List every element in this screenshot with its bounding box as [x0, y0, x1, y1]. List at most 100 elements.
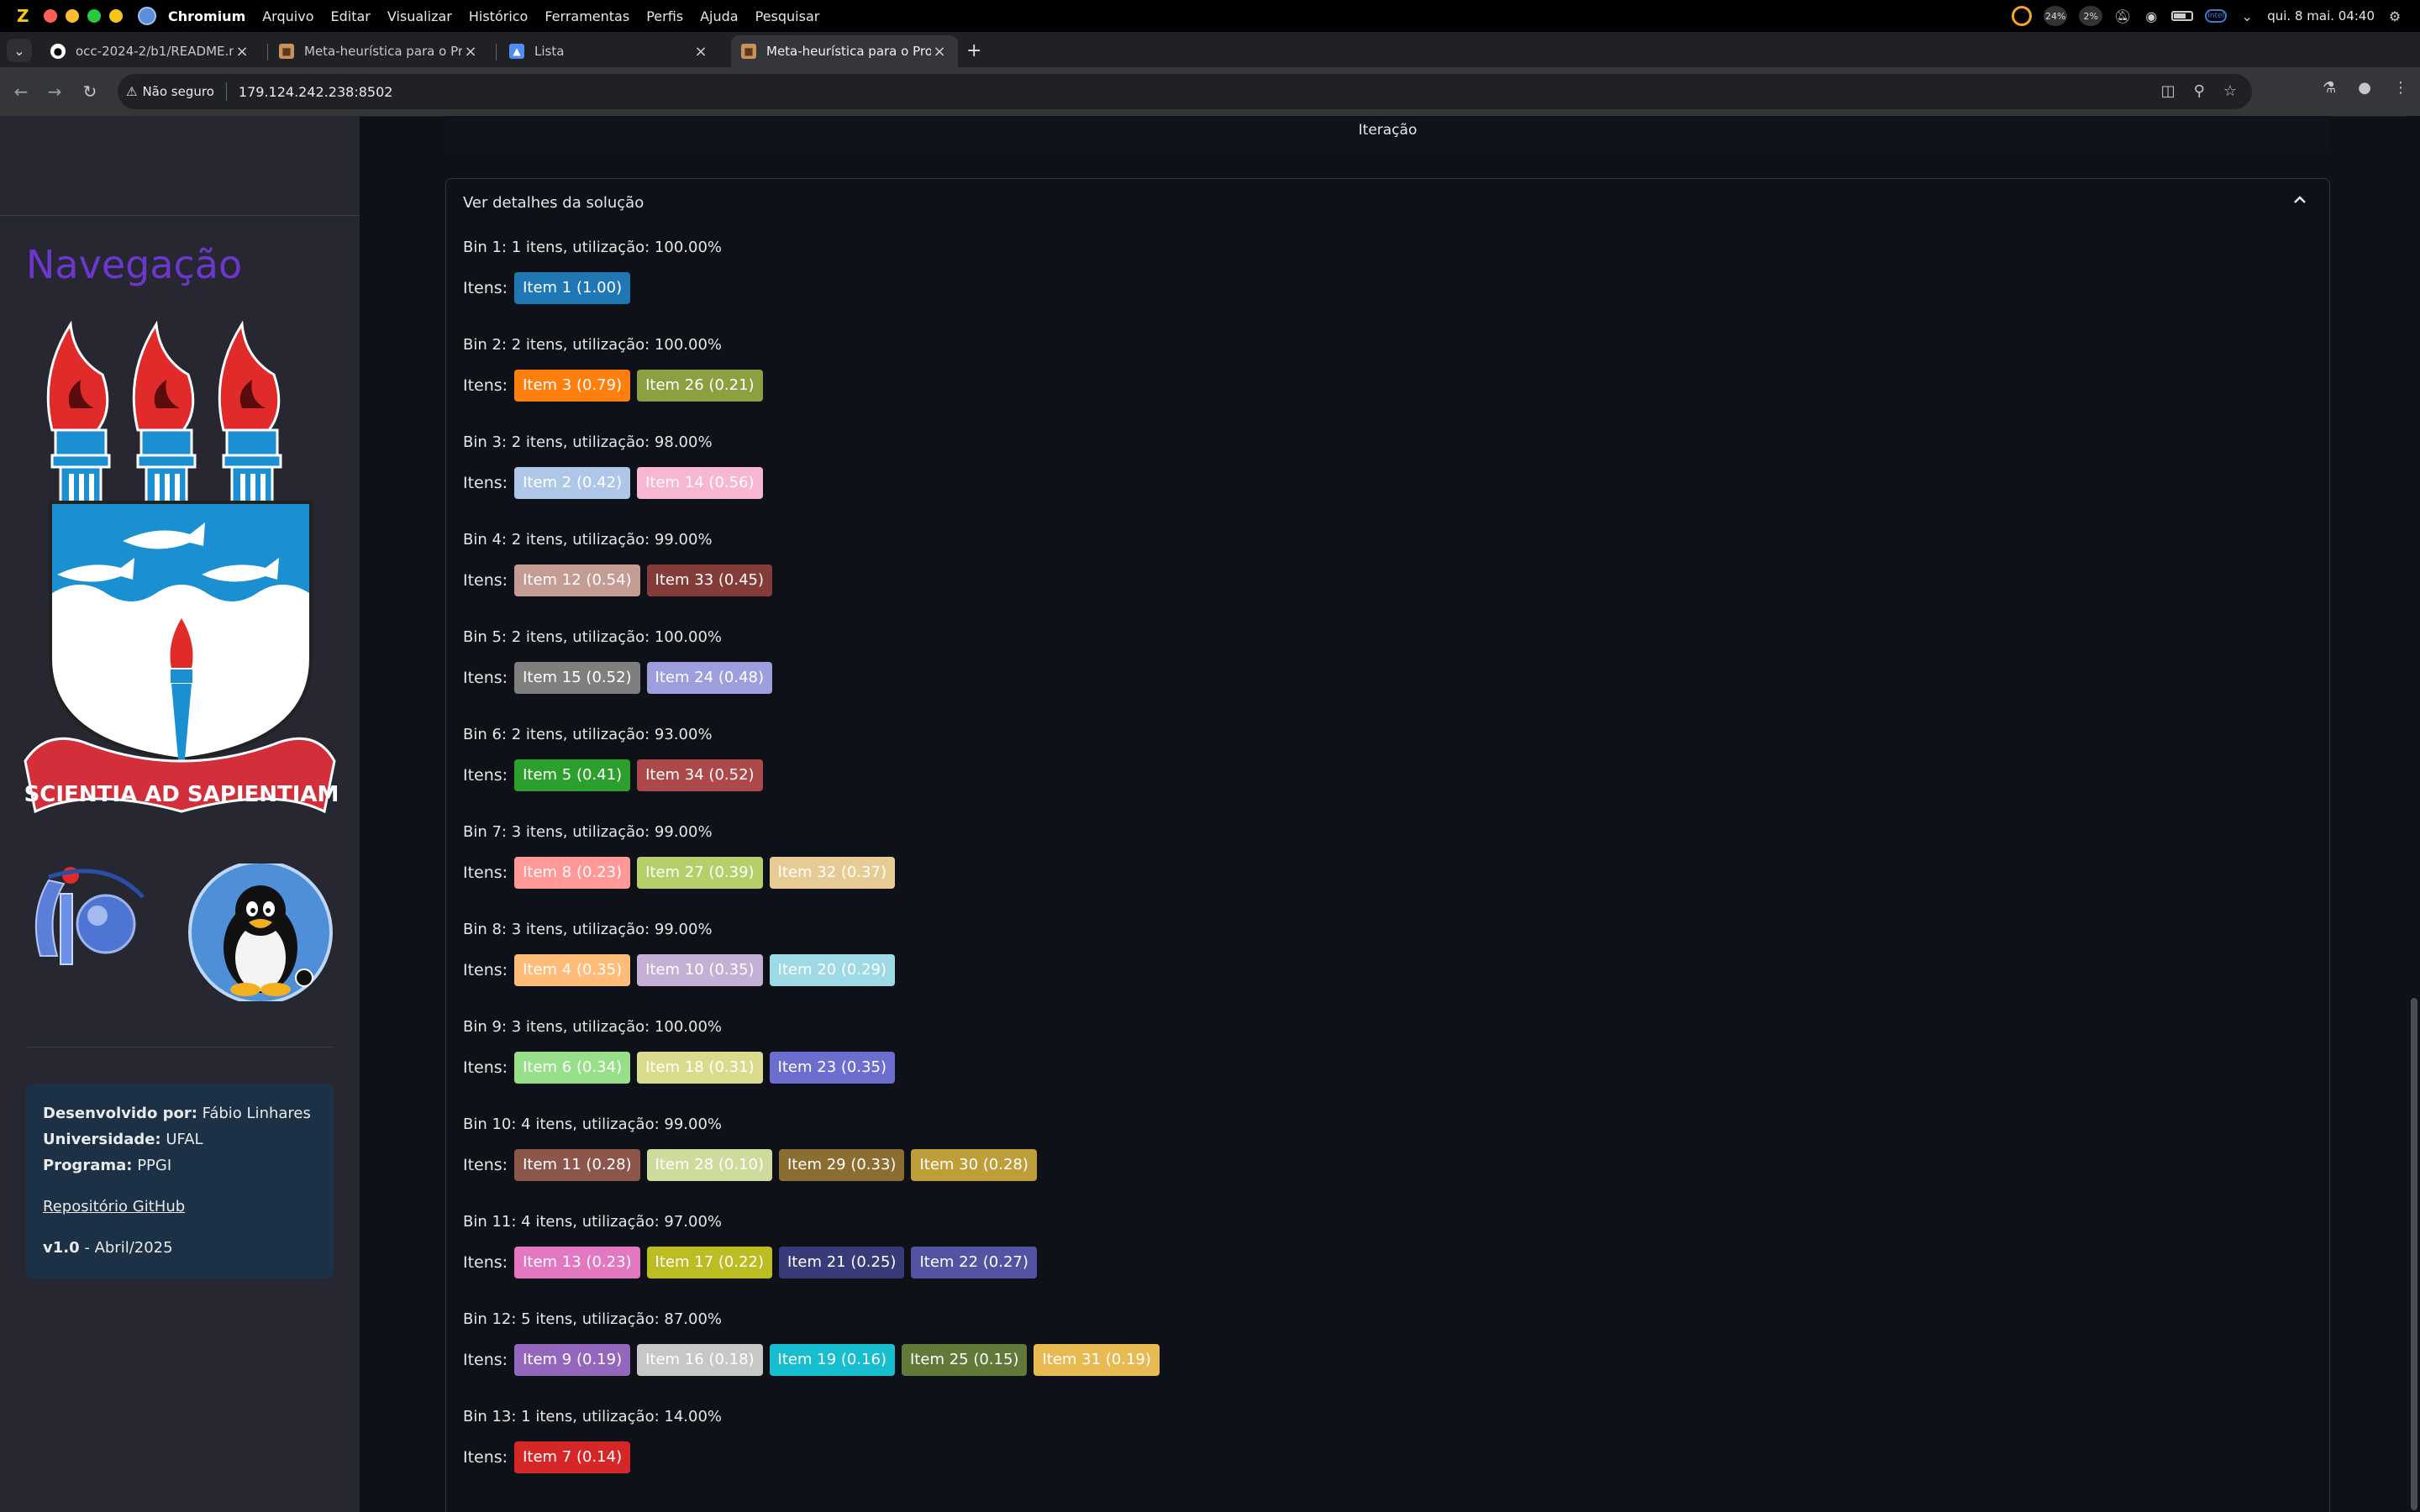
item-chip: Item 32 (0.37): [769, 857, 895, 889]
chevron-down-icon[interactable]: ⌄: [2238, 8, 2255, 24]
bin-block: Bin 2: 2 itens, utilização: 100.00% Itens…: [463, 335, 770, 402]
menu-ajuda[interactable]: Ajuda: [700, 8, 739, 24]
program-label: Programa:: [43, 1157, 133, 1174]
notifications-off-icon[interactable]: 🔕︎: [2114, 8, 2131, 24]
sidebar: Navegação SCIENTIA AD SAPIENTIAM Desenvo…: [0, 116, 360, 1512]
close-icon[interactable]: ×: [234, 43, 250, 60]
bin-block: Bin 11: 4 itens, utilização: 97.00% Itens…: [463, 1212, 1044, 1278]
main-content: Iteração Ver detalhes da solução Bin 1: …: [360, 116, 2420, 1512]
bin-block: Bin 8: 3 itens, utilização: 99.00% Itens:…: [463, 920, 902, 986]
items-label: Itens:: [463, 571, 508, 590]
clock[interactable]: qui. 8 mai. 04:40: [2267, 8, 2375, 24]
bin-items-row: Itens: Item 1 (1.00): [463, 272, 722, 304]
item-chip: Item 13 (0.23): [514, 1247, 640, 1278]
bin-title: Bin 7: 3 itens, utilização: 99.00%: [463, 823, 713, 841]
item-chip: Item 15 (0.52): [514, 662, 640, 694]
menu-historico[interactable]: Histórico: [469, 8, 528, 24]
menu-app-name[interactable]: Chromium: [168, 8, 245, 24]
menu-arquivo[interactable]: Arquivo: [262, 8, 313, 24]
reload-icon[interactable]: ↻: [79, 81, 101, 102]
menu-ferramentas[interactable]: Ferramentas: [544, 8, 629, 24]
tab-readme[interactable]: ● occ-2024-2/b1/README.md ×: [40, 35, 260, 67]
globe-icon[interactable]: ◉: [2143, 8, 2160, 24]
activity-ring-icon[interactable]: [2012, 6, 2033, 26]
items-label: Itens:: [463, 669, 508, 687]
more-menu-icon[interactable]: ⋮: [2393, 79, 2408, 97]
item-chip: Item 1 (1.00): [514, 272, 631, 304]
zoom-window-button[interactable]: [87, 9, 101, 23]
tux-penguin-logo: [188, 864, 333, 1001]
close-icon[interactable]: ×: [462, 43, 479, 60]
university-label: Universidade:: [43, 1131, 161, 1148]
gear-icon[interactable]: ⚙: [2386, 8, 2403, 24]
bin-title: Bin 5: 2 itens, utilização: 100.00%: [463, 628, 723, 646]
bin-items-row: Itens: Item 2 (0.42) Item 14 (0.56): [463, 467, 770, 499]
profile-icon[interactable]: ●: [2358, 79, 2371, 97]
item-chip: Item 22 (0.27): [911, 1247, 1037, 1278]
expander-title[interactable]: Ver detalhes da solução: [463, 194, 644, 212]
cpu-usage-indicator[interactable]: 24%: [2044, 6, 2068, 26]
tab-title: Lista: [534, 44, 565, 59]
url-text[interactable]: 179.124.242.238:8502: [239, 84, 393, 100]
torch-left: [46, 320, 111, 506]
university-line: Universidade: UFAL: [43, 1126, 317, 1152]
scrollbar-thumb[interactable]: [2411, 998, 2417, 1510]
address-bar[interactable]: ⚠ Não seguro 179.124.242.238:8502 ◫ ⚲ ☆: [118, 74, 2252, 109]
toolbar-actions: ⚗ ● ⋮: [2323, 79, 2408, 97]
bin-title: Bin 8: 3 itens, utilização: 99.00%: [463, 921, 713, 938]
tab-metaheuristica-active[interactable]: ■ Meta-heurística para o Problema ×: [731, 35, 958, 67]
chevron-up-icon[interactable]: [2292, 192, 2309, 209]
bin-block: Bin 1: 1 itens, utilização: 100.00% Itens…: [463, 238, 722, 304]
menu-visualizar[interactable]: Visualizar: [387, 8, 452, 24]
security-chip[interactable]: ⚠ Não seguro: [126, 84, 214, 99]
labs-flask-icon[interactable]: ⚗: [2323, 79, 2336, 97]
close-icon[interactable]: ×: [692, 43, 709, 60]
bin-block: Bin 5: 2 itens, utilização: 100.00% Itens…: [463, 627, 779, 694]
close-icon[interactable]: ×: [931, 43, 948, 60]
menu-pesquisar[interactable]: Pesquisar: [755, 8, 820, 24]
tab-title: occ-2024-2/b1/README.md: [76, 44, 234, 59]
version-date: - Abril/2025: [79, 1239, 173, 1257]
ufal-crest-logo: SCIENTIA AD SAPIENTIAM: [24, 320, 338, 814]
item-chip: Item 5 (0.41): [514, 759, 631, 791]
bin-items-row: Itens: Item 4 (0.35) Item 10 (0.35) Item 20…: [463, 954, 902, 986]
tab-search-chevron-icon[interactable]: ⌄: [7, 39, 32, 62]
translate-icon[interactable]: ◫: [2161, 82, 2175, 100]
menu-editar[interactable]: Editar: [330, 8, 370, 24]
item-chip: Item 11 (0.28): [514, 1149, 640, 1181]
version-line: v1.0 - Abril/2025: [43, 1235, 317, 1261]
security-label: Não seguro: [142, 84, 214, 99]
item-chip: Item 4 (0.35): [514, 954, 631, 986]
back-arrow-icon[interactable]: ←: [10, 81, 32, 102]
new-tab-plus-icon[interactable]: +: [966, 40, 981, 61]
bin-title: Bin 11: 4 itens, utilização: 97.00%: [463, 1213, 723, 1231]
page-scrollbar[interactable]: [2408, 116, 2420, 1512]
extra-window-button[interactable]: [109, 9, 123, 23]
close-window-button[interactable]: [44, 9, 57, 23]
developer-info-card: Desenvolvido por: Fábio Linhares Univers…: [26, 1084, 334, 1278]
z-logo-icon[interactable]: Z: [17, 6, 32, 26]
window-controls: [44, 9, 123, 23]
item-chip: Item 17 (0.22): [646, 1247, 772, 1278]
bin-title: Bin 10: 4 itens, utilização: 99.00%: [463, 1116, 723, 1133]
menu-perfis[interactable]: Perfis: [646, 8, 683, 24]
intel-icon[interactable]: intel: [2205, 9, 2228, 23]
item-chip: Item 3 (0.79): [514, 370, 631, 402]
bin-items-row: Itens: Item 15 (0.52) Item 24 (0.48): [463, 662, 779, 694]
item-chip: Item 31 (0.19): [1034, 1344, 1160, 1376]
os-menubar: Z Chromium Arquivo Editar Visualizar His…: [0, 0, 2420, 32]
forward-arrow-icon[interactable]: →: [44, 81, 66, 102]
tab-metaheuristica-1[interactable]: ■ Meta-heurística para o Problema ×: [269, 35, 489, 67]
tab-lista[interactable]: ▲ Lista ×: [499, 35, 719, 67]
item-chip: Item 34 (0.52): [637, 759, 763, 791]
address-separator: [225, 82, 227, 101]
memory-usage-indicator[interactable]: 2%: [2079, 6, 2103, 26]
battery-icon[interactable]: [2171, 11, 2194, 21]
minimize-window-button[interactable]: [66, 9, 79, 23]
bin-title: Bin 1: 1 itens, utilização: 100.00%: [463, 239, 723, 256]
program-value: PPGI: [137, 1157, 172, 1174]
github-repo-link[interactable]: Repositório GitHub: [43, 1194, 317, 1220]
item-chip: Item 24 (0.48): [646, 662, 772, 694]
zoom-icon[interactable]: ⚲: [2194, 82, 2205, 100]
bookmark-star-icon[interactable]: ☆: [2223, 82, 2237, 100]
